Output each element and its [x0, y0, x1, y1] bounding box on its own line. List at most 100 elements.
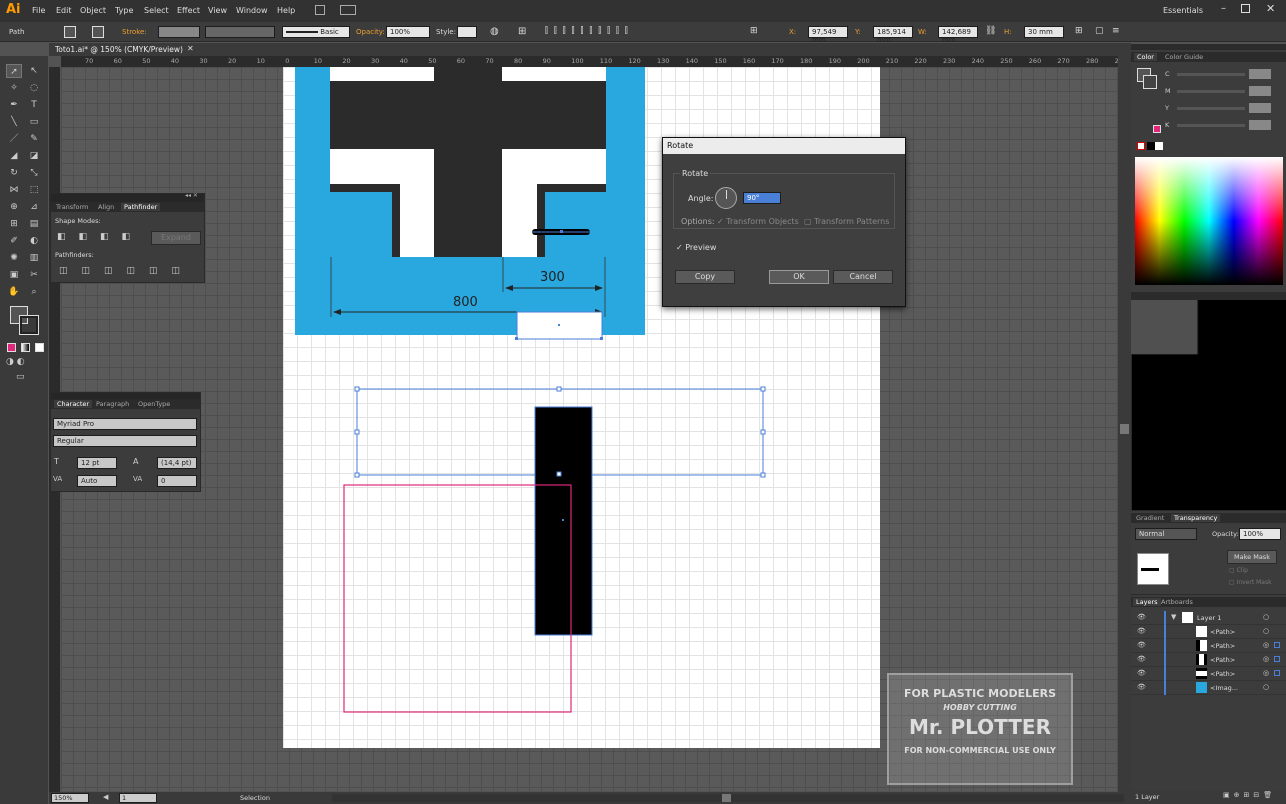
layer-row[interactable]: 👁 <Path> ◎ [1131, 653, 1286, 667]
mesh-tool-icon[interactable]: ⊞ [6, 217, 22, 231]
layer-row[interactable]: 👁 <Path> ◎ [1131, 639, 1286, 653]
white-swatch[interactable] [1155, 142, 1163, 150]
color-spectrum[interactable] [1135, 157, 1283, 285]
menu-type[interactable]: Type [115, 6, 133, 15]
paintbrush-icon[interactable]: ／ [6, 132, 22, 146]
preview-checkbox[interactable]: ✓ Preview [676, 243, 716, 252]
tab-align[interactable]: Align [98, 203, 114, 211]
selection-indicator[interactable] [1274, 656, 1280, 662]
minimize-icon[interactable]: – [1221, 3, 1226, 14]
target-icon[interactable]: ◎ [1263, 641, 1269, 649]
visibility-icon[interactable]: 👁 [1137, 655, 1146, 663]
image-name[interactable]: <Imag... [1210, 684, 1238, 692]
angle-dial-icon[interactable] [715, 187, 737, 209]
tab-pathfinder[interactable]: Pathfinder [121, 203, 161, 211]
stroke-color-icon[interactable] [19, 315, 39, 335]
menu-window[interactable]: Window [236, 6, 268, 15]
visibility-icon[interactable]: 👁 [1137, 627, 1146, 635]
c-slider[interactable] [1177, 73, 1245, 76]
none-swatch[interactable] [1137, 142, 1145, 150]
visibility-icon[interactable]: 👁 [1137, 669, 1146, 677]
horizontal-scroll-thumb[interactable] [722, 794, 731, 802]
target-icon[interactable]: ○ [1263, 627, 1269, 635]
document-tab[interactable]: Toto1.ai* @ 150% (CMYK/Preview) [55, 45, 183, 54]
label-box[interactable] [515, 311, 603, 340]
color-mode-icon[interactable] [7, 343, 16, 352]
close-icon[interactable]: ✕ [1266, 2, 1275, 15]
vertical-scrollbar[interactable] [1118, 56, 1131, 792]
blend-mode-select[interactable]: Normal [1135, 528, 1197, 540]
tab-artboards[interactable]: Artboards [1161, 598, 1193, 606]
blend-tool-icon[interactable]: ◐ [26, 234, 42, 248]
y-field[interactable]: 185,914 mm [873, 26, 913, 44]
brush-definition-field[interactable]: Basic [282, 26, 350, 38]
stroke-swatch[interactable] [92, 26, 104, 38]
ok-button[interactable]: OK [769, 270, 829, 284]
gradient-tool-icon[interactable]: ▤ [26, 217, 42, 231]
angle-field[interactable]: 90° [743, 192, 781, 204]
gradient-mode-icon[interactable] [21, 343, 30, 352]
w-field[interactable]: 142,689 mm [938, 26, 978, 44]
zoom-tool-icon[interactable]: ⌕ [26, 285, 42, 299]
symbol-sprayer-icon[interactable]: ✺ [6, 251, 22, 265]
zoom-field[interactable]: 150% [51, 793, 89, 803]
k-slider[interactable] [1177, 124, 1245, 127]
make-mask-button[interactable]: Make Mask [1227, 550, 1277, 564]
color-stroke-icon[interactable] [1143, 75, 1157, 89]
none-mode-icon[interactable] [35, 343, 44, 352]
target-icon[interactable]: ○ [1263, 613, 1269, 621]
perspective-grid-icon[interactable]: ⊿ [26, 200, 42, 214]
isolate-icon[interactable]: ▢ [1095, 26, 1104, 36]
expand-button[interactable]: Expand [151, 231, 201, 245]
x-field[interactable]: 97,549 mm [808, 26, 848, 44]
artboard-nav-icon[interactable]: ◀ [103, 793, 108, 801]
invert-mask-checkbox[interactable]: ▢ Invert Mask [1229, 579, 1272, 586]
m-slider[interactable] [1177, 90, 1245, 93]
black-swatch[interactable] [1147, 142, 1155, 150]
visibility-icon[interactable]: 👁 [1137, 683, 1146, 691]
control-menu-icon[interactable]: ≡ [1112, 26, 1120, 36]
expand-triangle-icon[interactable]: ▼ [1171, 613, 1176, 621]
menu-effect[interactable]: Effect [177, 6, 200, 15]
reference-point-icon[interactable]: ⊞ [750, 26, 758, 36]
y-value[interactable] [1249, 103, 1271, 113]
y-slider[interactable] [1177, 107, 1245, 110]
small-bar-selected[interactable] [532, 229, 590, 235]
hand-tool-icon[interactable]: ✋ [6, 285, 22, 299]
variable-width-field[interactable] [205, 26, 275, 38]
opacity-label[interactable]: Opacity: [356, 28, 385, 36]
m-value[interactable] [1249, 86, 1271, 96]
out-of-gamut-swatch[interactable] [1153, 125, 1161, 133]
visibility-icon[interactable]: 👁 [1137, 641, 1146, 649]
graph-tool-icon[interactable]: ▥ [26, 251, 42, 265]
cancel-button[interactable]: Cancel [833, 270, 893, 284]
current-tool-status[interactable]: Selection [240, 794, 270, 802]
vertical-scroll-thumb[interactable] [1120, 424, 1129, 434]
layer-row[interactable]: 👁 <Path> ◎ [1131, 667, 1286, 681]
font-size-field[interactable]: 12 pt [77, 457, 117, 469]
path-name[interactable]: <Path> [1210, 628, 1235, 636]
line-tool-icon[interactable]: ╲ [6, 115, 22, 129]
selection-indicator[interactable] [1274, 670, 1280, 676]
shape-mode-buttons-icon[interactable]: ◧◧◧◧ [57, 232, 143, 242]
menu-help[interactable]: Help [277, 6, 295, 15]
pathfinder-buttons-icon[interactable]: ◫◫◫◫◫◫ [59, 266, 194, 276]
transform-patterns-checkbox[interactable]: ▢ Transform Patterns [804, 217, 889, 226]
layer-name[interactable]: Layer 1 [1197, 614, 1221, 622]
tab-transparency[interactable]: Transparency [1171, 514, 1221, 522]
transform-objects-checkbox[interactable]: ✓ Transform Objects [717, 217, 799, 226]
h-field[interactable]: 30 mm [1024, 26, 1064, 38]
menu-file[interactable]: File [32, 6, 45, 15]
maximize-icon[interactable] [1241, 4, 1250, 13]
opacity-field[interactable]: 100% [386, 26, 430, 38]
leading-field[interactable]: (14,4 pt) [157, 457, 197, 469]
graphic-style-field[interactable] [457, 26, 477, 38]
tab-gradient[interactable]: Gradient [1136, 514, 1164, 522]
dialog-title[interactable]: Rotate [663, 138, 905, 154]
menu-object[interactable]: Object [80, 6, 106, 15]
free-transform-icon[interactable]: ⬚ [26, 183, 42, 197]
eyedropper-icon[interactable]: ✐ [6, 234, 22, 248]
pen-tool-icon[interactable]: ✒ [6, 98, 22, 112]
rotate-tool-icon[interactable]: ↻ [6, 166, 22, 180]
menu-view[interactable]: View [208, 6, 227, 15]
